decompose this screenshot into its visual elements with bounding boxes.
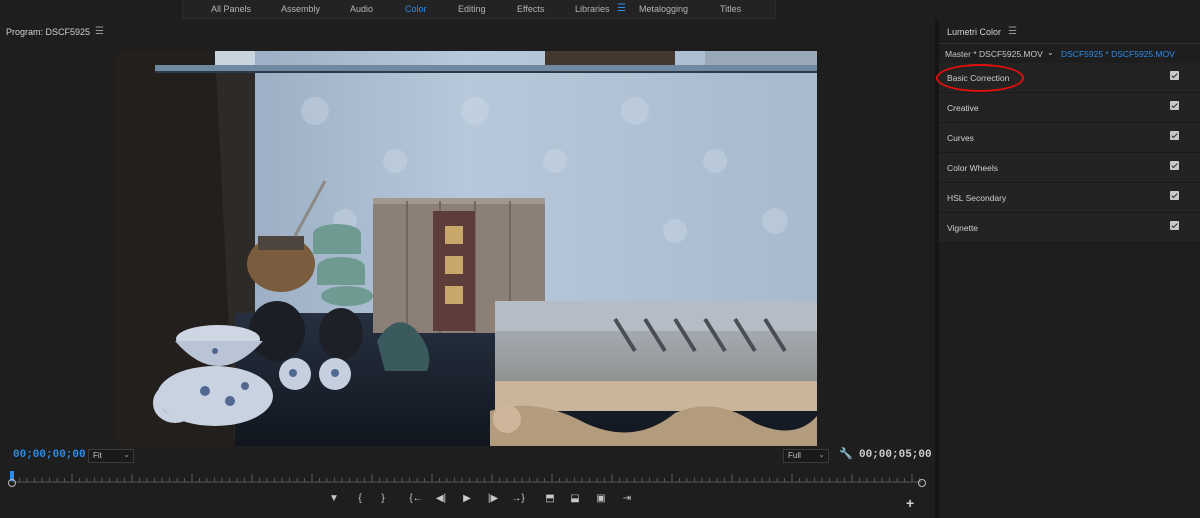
enable-checkbox[interactable] bbox=[1170, 221, 1179, 230]
section-label: HSL Secondary bbox=[947, 193, 1007, 203]
section-creative[interactable]: Creative bbox=[939, 93, 1200, 123]
go-to-out-button[interactable]: →} bbox=[511, 493, 525, 504]
tab-color[interactable]: Color bbox=[405, 4, 427, 14]
section-vignette[interactable]: Vignette bbox=[939, 213, 1200, 243]
current-timecode[interactable]: 00;00;00;00 bbox=[13, 449, 86, 461]
section-label: Creative bbox=[947, 103, 979, 113]
resolution-label: Full bbox=[788, 451, 801, 460]
hamburger-icon[interactable]: ☰ bbox=[95, 26, 104, 37]
tab-assembly[interactable]: Assembly bbox=[281, 4, 320, 14]
master-clip-tab[interactable]: Master * DSCF5925.MOV bbox=[945, 49, 1043, 59]
lumetri-panel-title[interactable]: Lumetri Color bbox=[947, 27, 1001, 37]
lift-button[interactable]: ⬒ bbox=[543, 493, 557, 504]
step-forward-button[interactable]: |▶ bbox=[486, 493, 500, 504]
video-frame[interactable] bbox=[115, 51, 817, 446]
tab-all-panels[interactable]: All Panels bbox=[211, 4, 251, 14]
zoom-level-label: Fit bbox=[93, 451, 102, 460]
workspace-tabs: All Panels Assembly Audio Color ☰ Editin… bbox=[182, 0, 776, 19]
section-label: Vignette bbox=[947, 223, 979, 233]
mark-in-button[interactable]: { bbox=[353, 493, 367, 504]
section-hsl-secondary[interactable]: HSL Secondary bbox=[939, 183, 1200, 213]
tab-titles[interactable]: Titles bbox=[720, 4, 741, 14]
section-label: Color Wheels bbox=[947, 163, 999, 173]
tab-effects[interactable]: Effects bbox=[517, 4, 544, 14]
play-button[interactable]: ▶ bbox=[460, 493, 474, 504]
button-editor-plus[interactable]: + bbox=[906, 495, 914, 511]
enable-checkbox[interactable] bbox=[1170, 71, 1179, 80]
time-ruler-ticks bbox=[11, 474, 922, 483]
insert-button[interactable]: ⇥ bbox=[620, 493, 634, 504]
tab-audio[interactable]: Audio bbox=[350, 4, 373, 14]
chevron-down-icon: ⌄ bbox=[818, 450, 825, 459]
extract-button[interactable]: ⬓ bbox=[568, 493, 582, 504]
program-panel-title[interactable]: Program: DSCF5925 bbox=[6, 27, 90, 37]
time-ruler[interactable] bbox=[11, 467, 922, 483]
tab-editing[interactable]: Editing bbox=[458, 4, 486, 14]
enable-checkbox[interactable] bbox=[1170, 131, 1179, 140]
hamburger-icon[interactable]: ☰ bbox=[1008, 26, 1017, 37]
enable-checkbox[interactable] bbox=[1170, 161, 1179, 170]
in-point-handle[interactable] bbox=[8, 479, 16, 487]
clip-selector: Master * DSCF5925.MOV ⌄ DSCF5925 * DSCF5… bbox=[939, 44, 1200, 62]
workspace-menu-icon[interactable]: ☰ bbox=[617, 3, 626, 14]
go-to-in-button[interactable]: {← bbox=[409, 493, 423, 504]
chevron-down-icon[interactable]: ⌄ bbox=[1047, 48, 1054, 57]
add-marker-button[interactable]: ▼ bbox=[327, 493, 341, 504]
annotation-ellipse bbox=[936, 64, 1024, 92]
out-point-handle[interactable] bbox=[918, 479, 926, 487]
section-label: Curves bbox=[947, 133, 974, 143]
enable-checkbox[interactable] bbox=[1170, 191, 1179, 200]
tab-metalogging[interactable]: Metalogging bbox=[639, 4, 688, 14]
export-frame-button[interactable]: ▣ bbox=[594, 493, 608, 504]
resolution-dropdown[interactable]: Full ⌄ bbox=[783, 449, 829, 463]
step-back-button[interactable]: ◀| bbox=[434, 493, 448, 504]
chevron-down-icon: ⌄ bbox=[123, 450, 130, 459]
zoom-level-dropdown[interactable]: Fit ⌄ bbox=[88, 449, 134, 463]
sequence-clip-tab[interactable]: DSCF5925 * DSCF5925.MOV bbox=[1061, 49, 1175, 59]
video-still bbox=[115, 51, 817, 446]
duration-timecode: 00;00;05;00 bbox=[859, 449, 932, 461]
section-color-wheels[interactable]: Color Wheels bbox=[939, 153, 1200, 183]
program-monitor-panel: Program: DSCF5925 ☰ 00;00;00;00 Fit ⌄ Fu… bbox=[0, 20, 935, 518]
mark-out-button[interactable]: } bbox=[376, 493, 390, 504]
workspace-bar: All Panels Assembly Audio Color ☰ Editin… bbox=[0, 0, 1200, 19]
tab-libraries[interactable]: Libraries bbox=[575, 4, 610, 14]
section-curves[interactable]: Curves bbox=[939, 123, 1200, 153]
enable-checkbox[interactable] bbox=[1170, 101, 1179, 110]
lumetri-color-panel: Lumetri Color ☰ Master * DSCF5925.MOV ⌄ … bbox=[939, 20, 1200, 518]
wrench-icon[interactable]: 🔧 bbox=[839, 447, 853, 460]
